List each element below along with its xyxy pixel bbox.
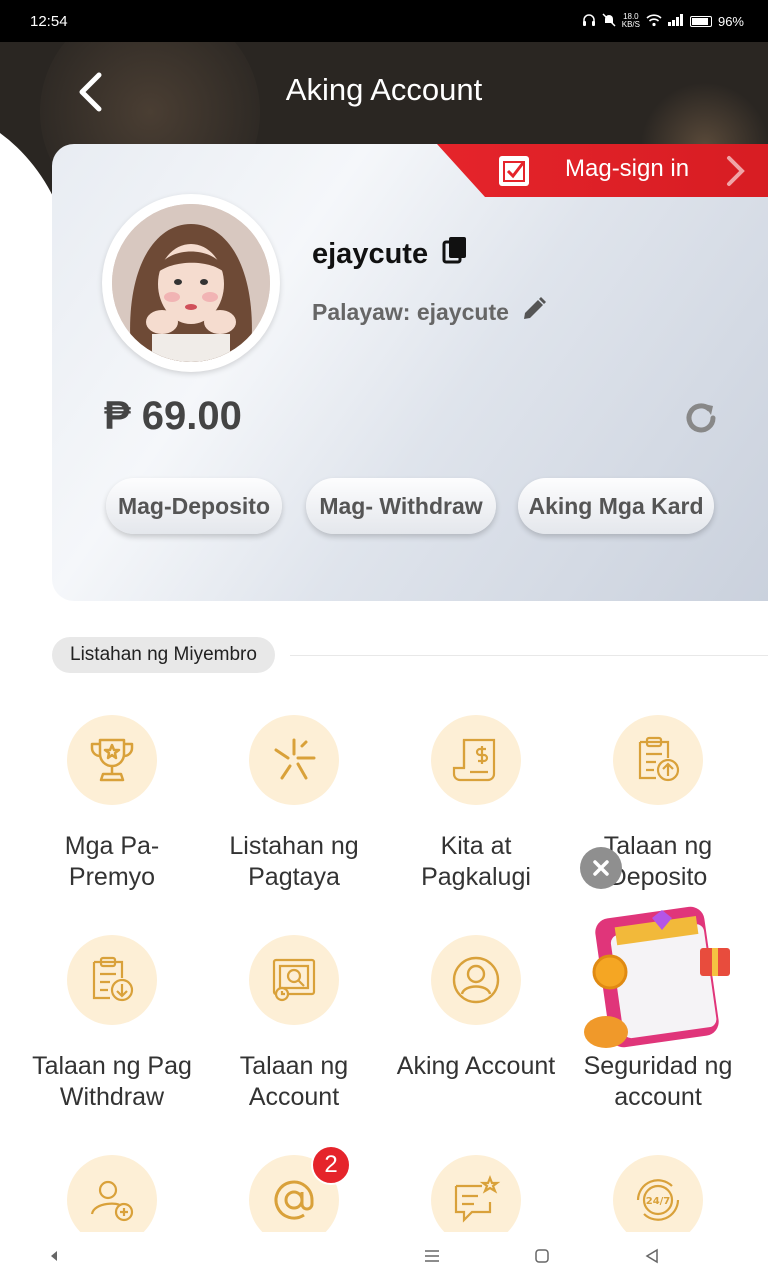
notification-badge: 2 xyxy=(311,1145,351,1185)
clipboard-download-icon xyxy=(67,935,157,1025)
menu-item-account-records[interactable]: Talaan ng Account xyxy=(203,935,385,1113)
avatar-image xyxy=(112,204,270,362)
menu-label: Talaan ng Pag Withdraw xyxy=(32,1052,192,1111)
menu-icon[interactable] xyxy=(420,1244,444,1268)
headphones-icon xyxy=(582,13,596,30)
home-icon[interactable] xyxy=(530,1244,554,1268)
mute-icon xyxy=(602,12,616,30)
status-icons: 18.0 KB/S 96% xyxy=(582,13,744,30)
menu-item-profit-loss[interactable]: Kita at Pagkalugi xyxy=(385,715,567,893)
sign-in-label: Mag-sign in xyxy=(565,155,690,182)
close-promo-button[interactable] xyxy=(580,847,622,889)
close-icon xyxy=(593,860,609,876)
user-icon xyxy=(431,935,521,1025)
svg-text:24/7: 24/7 xyxy=(646,1196,671,1207)
net-speed: 18.0 KB/S xyxy=(622,13,640,29)
section-divider xyxy=(290,655,768,656)
menu-label: Seguridad ng account xyxy=(583,1052,733,1111)
burst-icon xyxy=(249,715,339,805)
page-title: Aking Account xyxy=(285,72,483,107)
deposit-label: Mag-Deposito xyxy=(117,492,271,519)
ledger-search-icon xyxy=(249,935,339,1025)
promo-gift-banner[interactable] xyxy=(582,900,742,1060)
withdraw-button[interactable]: Mag- Withdraw xyxy=(306,478,496,534)
menu-item-withdraw-records[interactable]: Talaan ng Pag Withdraw xyxy=(21,935,203,1113)
checkbox-icon xyxy=(499,156,529,186)
deposit-button[interactable]: Mag-Deposito xyxy=(106,478,282,534)
menu-label: Talaan ng Account xyxy=(239,1052,349,1111)
menu-label: Kita at Pagkalugi xyxy=(421,832,531,891)
nav-back-small-icon[interactable] xyxy=(42,1244,66,1268)
my-cards-label: Aking Mga Kard xyxy=(528,492,704,519)
battery-percent: 96% xyxy=(717,13,744,29)
clipboard-upload-icon xyxy=(613,715,703,805)
username-text: ejaycute xyxy=(312,237,429,270)
avatar[interactable] xyxy=(102,194,280,372)
menu-item-my-account[interactable]: Aking Account xyxy=(385,935,567,1082)
receipt-icon xyxy=(431,715,521,805)
refresh-icon[interactable] xyxy=(682,399,720,442)
menu-item-rewards[interactable]: Mga Pa- Premyo xyxy=(21,715,203,893)
withdraw-label: Mag- Withdraw xyxy=(319,492,483,519)
balance: ₱ 69.00 xyxy=(104,394,242,438)
nickname: Palayaw: ejaycute xyxy=(312,296,547,328)
username: ejaycute xyxy=(312,236,468,272)
signal-icon xyxy=(667,13,684,29)
status-bar: 12:54 18.0 KB/S 96% xyxy=(0,0,768,42)
my-cards-button[interactable]: Aking Mga Kard xyxy=(518,478,714,534)
nickname-text: Palayaw: ejaycute xyxy=(312,298,509,325)
menu-item-bet-list[interactable]: Listahan ng Pagtaya xyxy=(203,715,385,893)
battery-icon xyxy=(689,15,712,27)
net-speed-unit: KB/S xyxy=(621,20,640,29)
menu-label: Aking Account xyxy=(396,1052,556,1080)
copy-icon[interactable] xyxy=(442,236,468,272)
menu-label: Listahan ng Pagtaya xyxy=(229,832,359,891)
status-time: 12:54 xyxy=(30,12,68,30)
back-triangle-icon[interactable] xyxy=(640,1244,664,1268)
wifi-icon xyxy=(646,13,662,30)
chevron-right-icon xyxy=(725,154,747,195)
system-nav-bar xyxy=(0,1232,768,1280)
sign-in-button[interactable]: Mag-sign in xyxy=(437,144,768,197)
section-title: Listahan ng Miyembro xyxy=(52,637,275,673)
edit-pencil-icon[interactable] xyxy=(521,296,547,328)
trophy-icon xyxy=(67,715,157,805)
menu-label: Mga Pa- Premyo xyxy=(64,832,160,891)
profile-card: Mag-sign in ejaycute Palayaw: ejaycute ₱… xyxy=(52,144,768,601)
